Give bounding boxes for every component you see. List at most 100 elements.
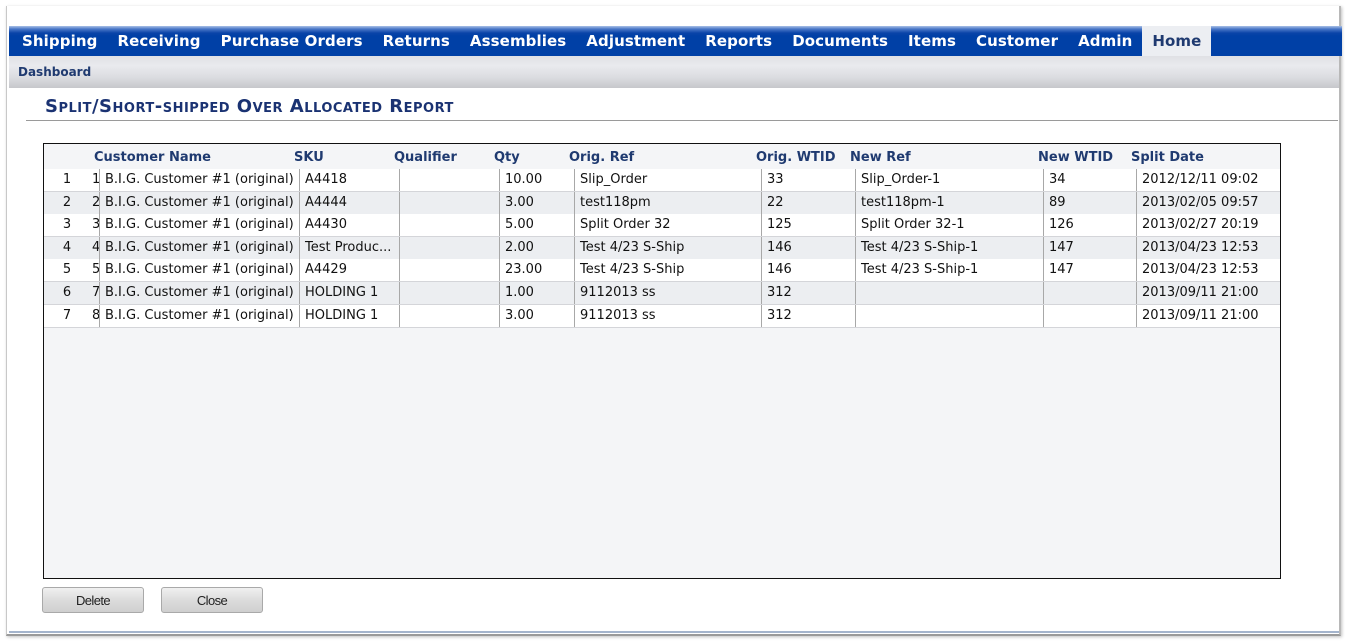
customer-name-cell: B.I.G. Customer #1 (original) [99,282,299,304]
row-number-cell: 7 [62,307,72,323]
nav-item-items[interactable]: Items [898,26,966,56]
table-header: Customer Name SKU Qualifier Qty Orig. Re… [44,144,1280,169]
orig-wtid-cell: 33 [761,169,855,191]
title-divider [26,120,1338,121]
id-cell: 2 [92,192,99,214]
row-number-cell: 3 [62,217,72,233]
qty-cell: 5.00 [499,214,574,237]
row-number-cell: 2 [62,194,72,210]
orig-wtid-cell: 125 [761,214,855,237]
nav-item-adjustment[interactable]: Adjustment [576,26,695,56]
split-date-cell: 2013/09/11 21:00 [1136,282,1280,304]
new-wtid-cell: 34 [1043,169,1136,191]
column-header-split-date[interactable]: Split Date [1131,150,1204,165]
new-wtid-cell: 89 [1043,191,1136,214]
orig-ref-cell: Slip_Order [574,169,761,191]
column-header-new-wtid[interactable]: New WTID [1038,150,1113,165]
qualifier-cell [399,304,499,327]
column-header-new-ref[interactable]: New Ref [850,150,911,165]
qualifier-cell [399,191,499,214]
close-button[interactable]: Close [161,587,263,613]
table-row[interactable]: 11B.I.G. Customer #1 (original)A441810.0… [44,169,1280,192]
row-number-cell: 5 [62,262,72,278]
customer-name-cell: B.I.G. Customer #1 (original) [99,304,299,327]
column-header-orig-ref[interactable]: Orig. Ref [569,150,634,165]
qty-cell: 2.00 [499,236,574,259]
page-title: Split/Short-shipped Over Allocated Repor… [45,96,454,117]
sub-nav-bar: Dashboard [9,56,1339,88]
nav-item-assemblies[interactable]: Assemblies [460,26,576,56]
column-header-qty[interactable]: Qty [494,150,520,165]
table-row[interactable]: 7 8B.I.G. Customer #1 (original)HOLDING 1… [44,304,1280,328]
id-cell: 3 [92,214,99,236]
nav-item-home[interactable]: Home [1142,26,1212,56]
top-nav-bar: Shipping Receiving Purchase Orders Retur… [9,26,1342,56]
app-window: Shipping Receiving Purchase Orders Retur… [6,6,1342,636]
qty-cell: 23.00 [499,259,574,282]
nav-item-purchase-orders[interactable]: Purchase Orders [211,26,373,56]
sku-cell: Test Produc... [299,236,399,259]
orig-ref-cell: Test 4/23 S-Ship [574,259,761,282]
id-cell: 8 [92,305,99,327]
new-wtid-cell [1043,304,1136,327]
sku-cell: HOLDING 1 [299,304,399,327]
sku-cell: A4444 [299,191,399,214]
sku-cell: A4418 [299,169,399,191]
delete-button[interactable]: Delete [42,587,144,613]
new-wtid-cell: 126 [1043,214,1136,237]
id-cell: 1 [92,169,99,191]
table-row[interactable]: 55B.I.G. Customer #1 (original)A442923.0… [44,259,1280,283]
qty-cell: 1.00 [499,282,574,304]
orig-wtid-cell: 312 [761,304,855,327]
column-header-orig-wtid[interactable]: Orig. WTID [756,150,836,165]
id-cell: 4 [92,237,99,259]
split-date-cell: 2012/12/11 09:02 [1136,169,1280,191]
row-number-cell: 6 [62,285,72,300]
nav-item-shipping[interactable]: Shipping [12,26,107,56]
column-header-sku[interactable]: SKU [294,150,324,165]
new-ref-cell: Test 4/23 S-Ship-1 [855,236,1043,259]
nav-item-admin[interactable]: Admin [1068,26,1142,56]
qty-cell: 3.00 [499,191,574,214]
new-ref-cell: Test 4/23 S-Ship-1 [855,259,1043,282]
nav-item-customer[interactable]: Customer [966,26,1068,56]
new-wtid-cell [1043,282,1136,304]
nav-item-receiving[interactable]: Receiving [107,26,210,56]
table-row[interactable]: 33B.I.G. Customer #1 (original)A44305.00… [44,214,1280,238]
report-table: Customer Name SKU Qualifier Qty Orig. Re… [43,143,1281,579]
nav-item-documents[interactable]: Documents [782,26,898,56]
customer-name-cell: B.I.G. Customer #1 (original) [99,236,299,259]
table-row[interactable]: 6 7B.I.G. Customer #1 (original)HOLDING 1… [44,282,1280,305]
qualifier-cell [399,236,499,259]
split-date-cell: 2013/04/23 12:53 [1136,236,1280,259]
orig-ref-cell: test118pm [574,191,761,214]
row-number-cell: 4 [62,239,72,255]
qty-cell: 10.00 [499,169,574,191]
subnav-item-dashboard[interactable]: Dashboard [18,65,91,79]
customer-name-cell: B.I.G. Customer #1 (original) [99,169,299,191]
customer-name-cell: B.I.G. Customer #1 (original) [99,214,299,237]
customer-name-cell: B.I.G. Customer #1 (original) [99,191,299,214]
orig-ref-cell: 9112013 ss [574,282,761,304]
qualifier-cell [399,259,499,282]
split-date-cell: 2013/02/27 20:19 [1136,214,1280,237]
new-ref-cell [855,282,1043,304]
column-header-customer-name[interactable]: Customer Name [94,150,211,165]
sku-cell: HOLDING 1 [299,282,399,304]
qualifier-cell [399,214,499,237]
row-number-cell: 1 [62,172,72,187]
orig-wtid-cell: 146 [761,259,855,282]
orig-wtid-cell: 312 [761,282,855,304]
new-ref-cell: test118pm-1 [855,191,1043,214]
qty-cell: 3.00 [499,304,574,327]
column-header-qualifier[interactable]: Qualifier [394,150,457,165]
id-cell: 5 [92,259,99,281]
table-row[interactable]: 22B.I.G. Customer #1 (original)A44443.00… [44,191,1280,215]
table-row[interactable]: 44B.I.G. Customer #1 (original)Test Prod… [44,236,1280,260]
nav-item-reports[interactable]: Reports [695,26,782,56]
sku-cell: A4430 [299,214,399,237]
id-cell: 7 [92,282,99,304]
nav-item-returns[interactable]: Returns [373,26,460,56]
orig-ref-cell: 9112013 ss [574,304,761,327]
split-date-cell: 2013/09/11 21:00 [1136,304,1280,327]
